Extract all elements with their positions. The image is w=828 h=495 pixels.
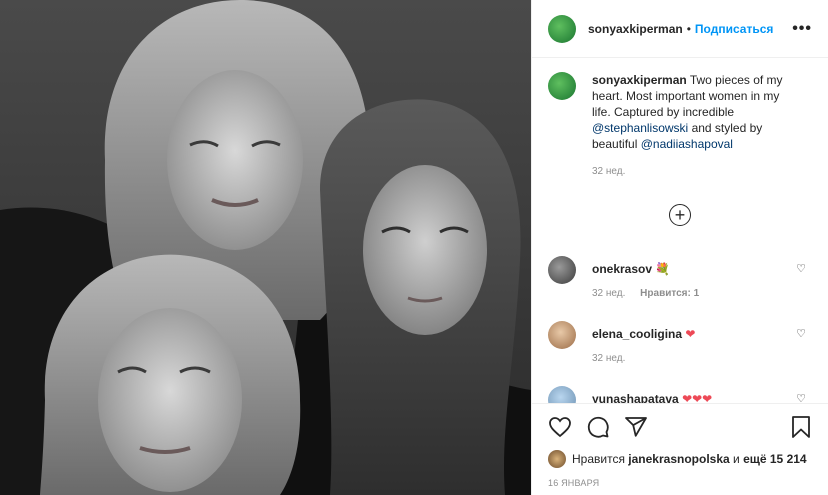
post-header: sonyaxkiperman • Подписаться •••: [532, 0, 828, 58]
comment-like-icon[interactable]: ♡: [796, 327, 806, 340]
mention-link-photographer[interactable]: @stephanlisowski: [592, 121, 688, 135]
caption-avatar[interactable]: [548, 72, 576, 100]
caption-username[interactable]: sonyaxkiperman: [592, 73, 687, 87]
comment-meta: 32 нед. Нравится: 1: [592, 288, 699, 299]
instagram-post: sonyaxkiperman • Подписаться ••• sonyaxk…: [0, 0, 828, 495]
author-avatar[interactable]: [548, 14, 576, 43]
likes-summary: Нравится janekrasnopolska и ещё 15 214: [548, 450, 813, 468]
comment-likes-count[interactable]: Нравится: 1: [640, 288, 699, 299]
mention-link-stylist[interactable]: @nadiiashapoval: [641, 137, 733, 151]
action-icons: [548, 412, 813, 444]
comment-avatar[interactable]: [548, 256, 576, 284]
separator-dot: •: [686, 21, 691, 36]
caption-body: sonyaxkiperman Two pieces of my heart. M…: [592, 72, 792, 180]
comment-timestamp[interactable]: 32 нед.: [592, 353, 625, 364]
comment-icon[interactable]: [586, 415, 610, 442]
comment-username[interactable]: elena_cooligina: [592, 327, 682, 341]
share-icon[interactable]: [624, 415, 648, 442]
bookmark-icon[interactable]: [789, 415, 813, 442]
portrait-image: [0, 0, 531, 495]
comment-body: elena_cooligina ❤ 32 нед.: [592, 321, 695, 364]
post-photo[interactable]: [0, 0, 531, 495]
comment-item: onekrasov 💐 32 нед. Нравится: 1 ♡: [532, 256, 828, 299]
comment-text: ❤: [685, 327, 696, 341]
follow-button[interactable]: Подписаться: [695, 22, 773, 36]
comment-body: onekrasov 💐 32 нед. Нравится: 1: [592, 256, 699, 299]
likes-middle: и: [733, 452, 740, 466]
comment-text: 💐: [655, 262, 671, 276]
liker-username[interactable]: janekrasnopolska: [628, 452, 729, 466]
post-actions: Нравится janekrasnopolska и ещё 15 214 1…: [532, 403, 828, 488]
liker-avatar[interactable]: [548, 450, 566, 468]
post-caption: sonyaxkiperman Two pieces of my heart. M…: [532, 58, 828, 180]
author-username[interactable]: sonyaxkiperman: [588, 22, 683, 36]
caption-timestamp[interactable]: 32 нед.: [592, 164, 792, 180]
likes-count-link[interactable]: ещё 15 214: [743, 452, 807, 466]
post-sidebar: sonyaxkiperman • Подписаться ••• sonyaxk…: [531, 0, 828, 495]
load-more-comments: +: [532, 204, 828, 226]
comment-like-icon[interactable]: ♡: [796, 262, 806, 275]
heart-icon[interactable]: [548, 415, 572, 442]
post-date[interactable]: 16 ЯНВАРЯ: [548, 478, 813, 488]
comment-item: elena_cooligina ❤ 32 нед. ♡: [532, 321, 828, 364]
plus-circle-icon[interactable]: +: [669, 204, 691, 226]
comment-username[interactable]: onekrasov: [592, 262, 652, 276]
comment-timestamp[interactable]: 32 нед.: [592, 288, 625, 299]
more-icon[interactable]: •••: [792, 20, 812, 38]
comment-meta: 32 нед.: [592, 353, 695, 364]
likes-prefix: Нравится: [572, 452, 625, 466]
comment-avatar[interactable]: [548, 321, 576, 349]
